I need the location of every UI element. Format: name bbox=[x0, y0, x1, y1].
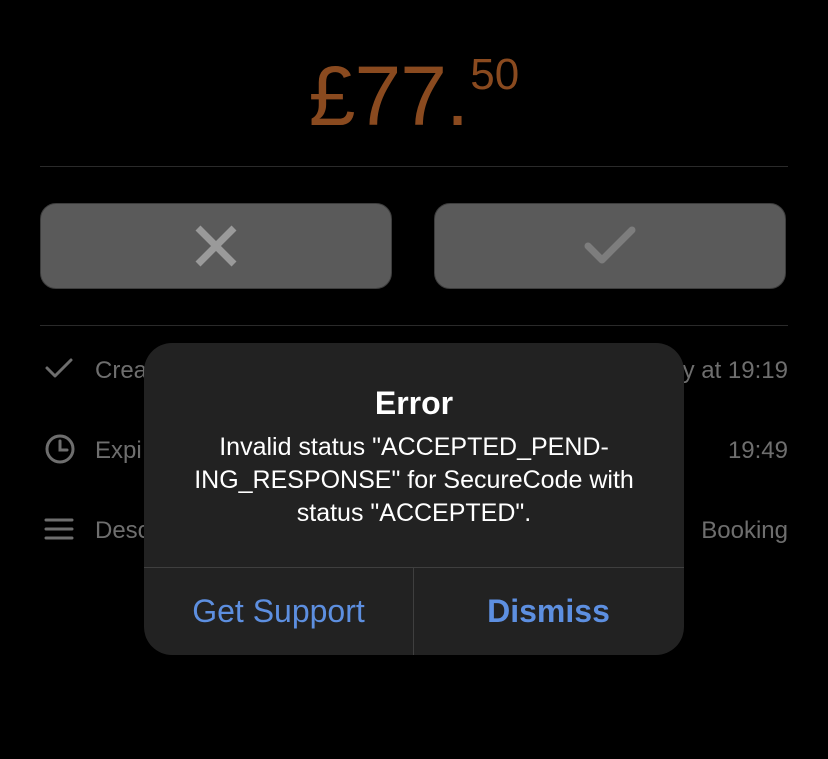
reject-button[interactable] bbox=[40, 203, 392, 289]
detail-label: Desc bbox=[95, 517, 150, 544]
divider bbox=[40, 166, 788, 167]
checkmark-icon bbox=[584, 226, 636, 264]
accept-button[interactable] bbox=[434, 203, 786, 289]
detail-label: Crea bbox=[95, 357, 148, 384]
get-support-button[interactable]: Get Support bbox=[144, 568, 413, 655]
clock-icon bbox=[44, 434, 76, 472]
dismiss-button[interactable]: Dismiss bbox=[414, 568, 683, 655]
alert-title: Error bbox=[374, 385, 454, 421]
detail-value: 19:49 bbox=[727, 437, 788, 464]
error-alert-dialog: Error Invalid status "ACCEPTED_PEND- ING… bbox=[144, 343, 684, 655]
detail-label: Expi bbox=[95, 437, 142, 464]
x-icon bbox=[195, 225, 237, 267]
divider bbox=[40, 325, 788, 326]
alert-message: Invalid status "ACCEPTED_PEND- ING_RESPO… bbox=[194, 433, 634, 527]
amount-cents: 50 bbox=[470, 50, 520, 99]
detail-value: Booking bbox=[701, 517, 788, 544]
checkmark-icon bbox=[44, 357, 74, 388]
amount-display: £77.50 bbox=[0, 48, 828, 145]
detail-value: y at 19:19 bbox=[682, 357, 788, 384]
amount-main: £77. bbox=[308, 49, 469, 143]
menu-lines-icon bbox=[44, 517, 74, 548]
